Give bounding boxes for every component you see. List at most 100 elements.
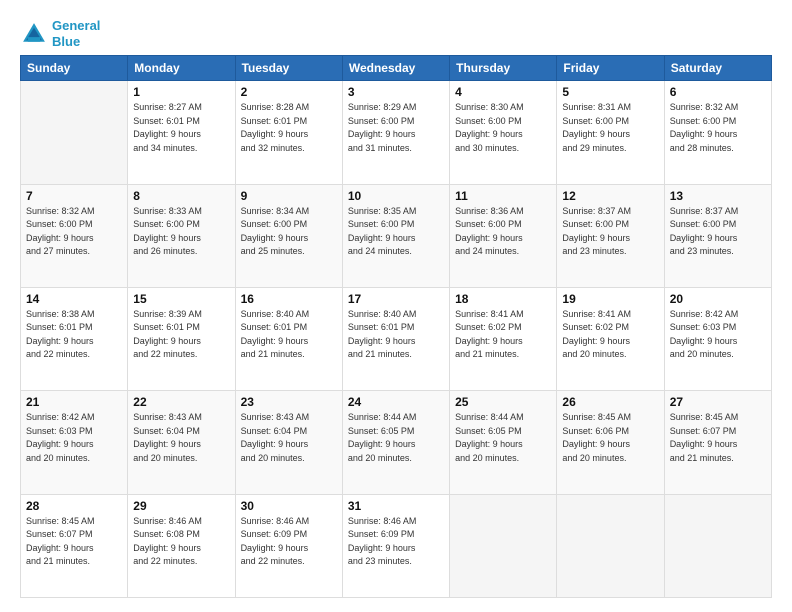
day-number: 10 xyxy=(348,189,444,203)
day-number: 7 xyxy=(26,189,122,203)
day-info: Sunrise: 8:38 AM Sunset: 6:01 PM Dayligh… xyxy=(26,308,122,362)
calendar-cell: 7Sunrise: 8:32 AM Sunset: 6:00 PM Daylig… xyxy=(21,184,128,287)
calendar-cell: 4Sunrise: 8:30 AM Sunset: 6:00 PM Daylig… xyxy=(450,81,557,184)
day-number: 14 xyxy=(26,292,122,306)
week-row-1: 1 Sunrise: 8:27 AM Sunset: 6:01 PM Daylig… xyxy=(21,81,772,184)
calendar-cell: 20Sunrise: 8:42 AM Sunset: 6:03 PM Dayli… xyxy=(664,287,771,390)
day-header-monday: Monday xyxy=(128,56,235,81)
calendar-cell: 16 Sunrise: 8:40 AM Sunset: 6:01 PM Dayli… xyxy=(235,287,342,390)
calendar-cell: 13 Sunrise: 8:37 AM Sunset: 6:00 PM Dayli… xyxy=(664,184,771,287)
day-info: Sunrise: 8:40 AM Sunset: 6:01 PM Dayligh… xyxy=(241,308,337,362)
page: General Blue SundayMondayTuesdayWednesda… xyxy=(0,0,792,612)
day-header-wednesday: Wednesday xyxy=(342,56,449,81)
day-info: Sunrise: 8:45 AM Sunset: 6:07 PM Dayligh… xyxy=(26,515,122,569)
calendar-cell xyxy=(557,494,664,597)
week-row-2: 7Sunrise: 8:32 AM Sunset: 6:00 PM Daylig… xyxy=(21,184,772,287)
day-info: Sunrise: 8:37 AM Sunset: 6:00 PM Dayligh… xyxy=(562,205,658,259)
day-header-friday: Friday xyxy=(557,56,664,81)
day-number: 30 xyxy=(241,499,337,513)
day-info: Sunrise: 8:43 AM Sunset: 6:04 PM Dayligh… xyxy=(133,411,229,465)
day-number: 26 xyxy=(562,395,658,409)
day-number: 1 xyxy=(133,85,229,99)
calendar-cell: 22 Sunrise: 8:43 AM Sunset: 6:04 PM Dayli… xyxy=(128,391,235,494)
calendar-cell: 27Sunrise: 8:45 AM Sunset: 6:07 PM Dayli… xyxy=(664,391,771,494)
calendar-cell: 28 Sunrise: 8:45 AM Sunset: 6:07 PM Dayli… xyxy=(21,494,128,597)
day-info: Sunrise: 8:35 AM Sunset: 6:00 PM Dayligh… xyxy=(348,205,444,259)
logo-line1: General xyxy=(52,18,100,34)
day-number: 31 xyxy=(348,499,444,513)
day-number: 15 xyxy=(133,292,229,306)
day-info: Sunrise: 8:46 AM Sunset: 6:09 PM Dayligh… xyxy=(241,515,337,569)
day-number: 3 xyxy=(348,85,444,99)
day-number: 2 xyxy=(241,85,337,99)
logo: General Blue xyxy=(20,18,100,49)
calendar-cell: 12Sunrise: 8:37 AM Sunset: 6:00 PM Dayli… xyxy=(557,184,664,287)
calendar-cell: 31 Sunrise: 8:46 AM Sunset: 6:09 PM Dayli… xyxy=(342,494,449,597)
day-info: Sunrise: 8:46 AM Sunset: 6:08 PM Dayligh… xyxy=(133,515,229,569)
day-number: 21 xyxy=(26,395,122,409)
calendar-table: SundayMondayTuesdayWednesdayThursdayFrid… xyxy=(20,55,772,598)
day-info: Sunrise: 8:28 AM Sunset: 6:01 PM Dayligh… xyxy=(241,101,337,155)
day-info: Sunrise: 8:39 AM Sunset: 6:01 PM Dayligh… xyxy=(133,308,229,362)
day-info: Sunrise: 8:44 AM Sunset: 6:05 PM Dayligh… xyxy=(348,411,444,465)
calendar-cell: 9 Sunrise: 8:34 AM Sunset: 6:00 PM Daylig… xyxy=(235,184,342,287)
day-info: Sunrise: 8:46 AM Sunset: 6:09 PM Dayligh… xyxy=(348,515,444,569)
day-info: Sunrise: 8:41 AM Sunset: 6:02 PM Dayligh… xyxy=(455,308,551,362)
day-number: 28 xyxy=(26,499,122,513)
calendar-cell xyxy=(21,81,128,184)
calendar-cell: 18Sunrise: 8:41 AM Sunset: 6:02 PM Dayli… xyxy=(450,287,557,390)
day-number: 4 xyxy=(455,85,551,99)
day-info: Sunrise: 8:29 AM Sunset: 6:00 PM Dayligh… xyxy=(348,101,444,155)
calendar-cell: 25Sunrise: 8:44 AM Sunset: 6:05 PM Dayli… xyxy=(450,391,557,494)
day-number: 20 xyxy=(670,292,766,306)
week-row-4: 21 Sunrise: 8:42 AM Sunset: 6:03 PM Dayli… xyxy=(21,391,772,494)
day-info: Sunrise: 8:42 AM Sunset: 6:03 PM Dayligh… xyxy=(26,411,122,465)
calendar-cell: 10 Sunrise: 8:35 AM Sunset: 6:00 PM Dayli… xyxy=(342,184,449,287)
day-info: Sunrise: 8:40 AM Sunset: 6:01 PM Dayligh… xyxy=(348,308,444,362)
calendar-cell: 1 Sunrise: 8:27 AM Sunset: 6:01 PM Daylig… xyxy=(128,81,235,184)
calendar-cell: 19 Sunrise: 8:41 AM Sunset: 6:02 PM Dayli… xyxy=(557,287,664,390)
day-info: Sunrise: 8:41 AM Sunset: 6:02 PM Dayligh… xyxy=(562,308,658,362)
day-number: 9 xyxy=(241,189,337,203)
calendar-cell xyxy=(664,494,771,597)
day-info: Sunrise: 8:43 AM Sunset: 6:04 PM Dayligh… xyxy=(241,411,337,465)
calendar-cell: 3 Sunrise: 8:29 AM Sunset: 6:00 PM Daylig… xyxy=(342,81,449,184)
calendar-cell: 26 Sunrise: 8:45 AM Sunset: 6:06 PM Dayli… xyxy=(557,391,664,494)
day-header-tuesday: Tuesday xyxy=(235,56,342,81)
header: General Blue xyxy=(20,18,772,49)
day-number: 17 xyxy=(348,292,444,306)
calendar-cell xyxy=(450,494,557,597)
day-number: 27 xyxy=(670,395,766,409)
calendar-cell: 30 Sunrise: 8:46 AM Sunset: 6:09 PM Dayli… xyxy=(235,494,342,597)
day-number: 22 xyxy=(133,395,229,409)
calendar-cell: 8Sunrise: 8:33 AM Sunset: 6:00 PM Daylig… xyxy=(128,184,235,287)
logo-line2: Blue xyxy=(52,34,100,50)
day-header-sunday: Sunday xyxy=(21,56,128,81)
day-header-saturday: Saturday xyxy=(664,56,771,81)
day-header-thursday: Thursday xyxy=(450,56,557,81)
calendar-cell: 14 Sunrise: 8:38 AM Sunset: 6:01 PM Dayli… xyxy=(21,287,128,390)
logo-icon xyxy=(20,20,48,48)
day-info: Sunrise: 8:36 AM Sunset: 6:00 PM Dayligh… xyxy=(455,205,551,259)
week-row-3: 14 Sunrise: 8:38 AM Sunset: 6:01 PM Dayli… xyxy=(21,287,772,390)
day-info: Sunrise: 8:37 AM Sunset: 6:00 PM Dayligh… xyxy=(670,205,766,259)
day-info: Sunrise: 8:33 AM Sunset: 6:00 PM Dayligh… xyxy=(133,205,229,259)
day-info: Sunrise: 8:44 AM Sunset: 6:05 PM Dayligh… xyxy=(455,411,551,465)
day-info: Sunrise: 8:31 AM Sunset: 6:00 PM Dayligh… xyxy=(562,101,658,155)
calendar-cell: 21 Sunrise: 8:42 AM Sunset: 6:03 PM Dayli… xyxy=(21,391,128,494)
calendar-header-row: SundayMondayTuesdayWednesdayThursdayFrid… xyxy=(21,56,772,81)
day-number: 19 xyxy=(562,292,658,306)
calendar-cell: 23Sunrise: 8:43 AM Sunset: 6:04 PM Dayli… xyxy=(235,391,342,494)
day-info: Sunrise: 8:45 AM Sunset: 6:06 PM Dayligh… xyxy=(562,411,658,465)
calendar-cell: 17 Sunrise: 8:40 AM Sunset: 6:01 PM Dayli… xyxy=(342,287,449,390)
calendar-cell: 6Sunrise: 8:32 AM Sunset: 6:00 PM Daylig… xyxy=(664,81,771,184)
day-info: Sunrise: 8:34 AM Sunset: 6:00 PM Dayligh… xyxy=(241,205,337,259)
calendar-cell: 5 Sunrise: 8:31 AM Sunset: 6:00 PM Daylig… xyxy=(557,81,664,184)
calendar-cell: 15 Sunrise: 8:39 AM Sunset: 6:01 PM Dayli… xyxy=(128,287,235,390)
day-number: 16 xyxy=(241,292,337,306)
calendar-cell: 29Sunrise: 8:46 AM Sunset: 6:08 PM Dayli… xyxy=(128,494,235,597)
day-number: 5 xyxy=(562,85,658,99)
day-info: Sunrise: 8:27 AM Sunset: 6:01 PM Dayligh… xyxy=(133,101,229,155)
day-number: 13 xyxy=(670,189,766,203)
day-number: 6 xyxy=(670,85,766,99)
